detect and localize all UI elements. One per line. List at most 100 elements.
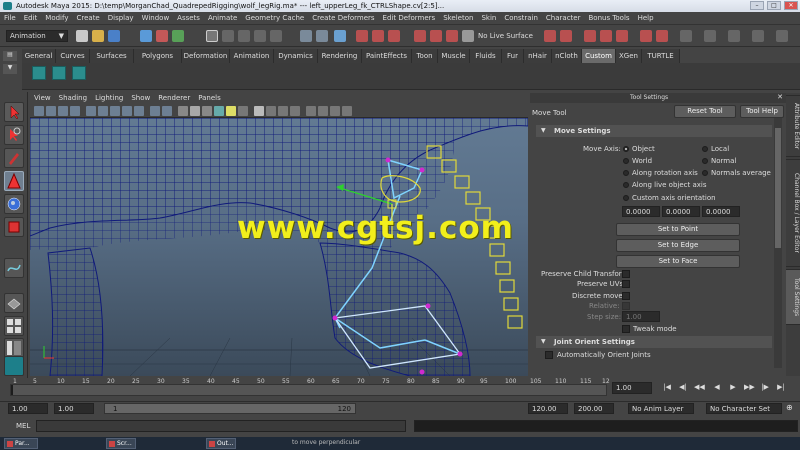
auto-key-icon[interactable]: ⊕ bbox=[786, 403, 793, 412]
menu-constrain[interactable]: Constrain bbox=[500, 12, 542, 22]
animation-end-field[interactable]: 200.00 bbox=[574, 403, 614, 414]
set-to-face-button[interactable]: Set to Face bbox=[616, 255, 740, 268]
panel-menu-view[interactable]: View bbox=[30, 93, 55, 103]
move-axis-normals-average-radio[interactable] bbox=[702, 170, 708, 176]
xray-joints-icon[interactable] bbox=[330, 106, 340, 116]
shelf-tab-nhair[interactable]: nHair bbox=[524, 49, 552, 63]
go-to-start-icon[interactable]: |◀ bbox=[662, 383, 672, 393]
shelf-tab-curves[interactable]: Curves bbox=[56, 49, 90, 63]
command-input[interactable] bbox=[36, 420, 406, 432]
menu-bonus-tools[interactable]: Bonus Tools bbox=[584, 12, 633, 22]
menu-file[interactable]: File bbox=[0, 12, 20, 22]
shelf-tab-rendering[interactable]: Rendering bbox=[318, 49, 362, 63]
new-scene-icon[interactable] bbox=[76, 30, 88, 42]
move-axis-local-radio[interactable] bbox=[702, 146, 708, 152]
set-to-edge-button[interactable]: Set to Edge bbox=[616, 239, 740, 252]
render-lights-icon[interactable] bbox=[616, 30, 628, 42]
render-region-icon[interactable] bbox=[544, 30, 556, 42]
maximize-button[interactable]: □ bbox=[767, 1, 781, 10]
current-frame-field[interactable]: 1.00 bbox=[612, 382, 652, 394]
animation-start-field[interactable]: 1.00 bbox=[8, 403, 48, 414]
menu-modify[interactable]: Modify bbox=[41, 12, 72, 22]
snap-view-plane-icon[interactable] bbox=[254, 30, 266, 42]
use-all-lights-icon[interactable] bbox=[226, 106, 236, 116]
custom-shelf-tool-1-icon[interactable] bbox=[32, 66, 46, 80]
menu-create[interactable]: Create bbox=[72, 12, 103, 22]
range-slider-bar[interactable]: 1 120 bbox=[104, 403, 356, 414]
render-globals-icon[interactable] bbox=[584, 30, 596, 42]
snap-curve-icon[interactable] bbox=[222, 30, 234, 42]
safe-title-icon[interactable] bbox=[162, 106, 172, 116]
shadows-icon[interactable] bbox=[238, 106, 248, 116]
play-forwards-icon[interactable]: ▶ bbox=[728, 383, 738, 393]
move-axis-object-radio[interactable] bbox=[623, 146, 629, 152]
image-plane-icon[interactable] bbox=[70, 106, 80, 116]
menu-skin[interactable]: Skin bbox=[477, 12, 500, 22]
multisample-icon[interactable] bbox=[278, 106, 288, 116]
discrete-move-checkbox[interactable] bbox=[622, 292, 630, 300]
tool-settings-scrollbar[interactable] bbox=[774, 118, 782, 368]
isolate-select-icon[interactable] bbox=[306, 106, 316, 116]
curve-tool-icon[interactable] bbox=[4, 258, 24, 278]
side-tab-attribute-editor[interactable]: Attribute Editor bbox=[786, 95, 800, 157]
shelf-tab-animation[interactable]: Animation bbox=[230, 49, 274, 63]
film-gate-icon[interactable] bbox=[98, 106, 108, 116]
menu-edit[interactable]: Edit bbox=[20, 12, 42, 22]
snap-grid-icon[interactable] bbox=[206, 30, 218, 42]
menu-edit-deformers[interactable]: Edit Deformers bbox=[379, 12, 440, 22]
close-button[interactable]: ✕ bbox=[784, 1, 798, 10]
toggle-tool-settings-icon[interactable] bbox=[752, 30, 764, 42]
shelf-tab-xgen[interactable]: XGen bbox=[616, 49, 642, 63]
menu-window[interactable]: Window bbox=[138, 12, 174, 22]
depth-of-field-icon[interactable] bbox=[290, 106, 300, 116]
lasso-tool-icon[interactable] bbox=[4, 125, 24, 145]
shelf-tab-fluids[interactable]: Fluids bbox=[470, 49, 502, 63]
menu-geometry-cache[interactable]: Geometry Cache bbox=[241, 12, 308, 22]
save-scene-icon[interactable] bbox=[108, 30, 120, 42]
taskbar-item[interactable]: Out... bbox=[206, 438, 236, 449]
textured-icon[interactable] bbox=[214, 106, 224, 116]
custom-shelf-tool-3-icon[interactable] bbox=[72, 66, 86, 80]
menu-skeleton[interactable]: Skeleton bbox=[439, 12, 477, 22]
custom-axis-y-field[interactable]: 0.0000 bbox=[662, 206, 700, 217]
panel-menu-panels[interactable]: Panels bbox=[194, 93, 225, 103]
bookmarks-icon[interactable] bbox=[58, 106, 68, 116]
shelf-tab-muscle[interactable]: Muscle bbox=[438, 49, 470, 63]
shelf-tab-custom[interactable]: Custom bbox=[582, 49, 616, 63]
shelf-tab-fur[interactable]: Fur bbox=[502, 49, 524, 63]
tweak-mode-checkbox[interactable] bbox=[622, 325, 630, 333]
render-settings-icon[interactable] bbox=[388, 30, 400, 42]
shelf-tab-toon[interactable]: Toon bbox=[412, 49, 438, 63]
custom-shelf-tool-2-icon[interactable] bbox=[52, 66, 66, 80]
paint-select-tool-icon[interactable] bbox=[4, 148, 24, 168]
rotate-tool-icon[interactable] bbox=[4, 194, 24, 214]
perspective-viewport[interactable] bbox=[30, 118, 528, 376]
play-backwards-icon[interactable]: ◀ bbox=[712, 383, 722, 393]
select-tool-icon[interactable] bbox=[4, 102, 24, 122]
menu-character[interactable]: Character bbox=[542, 12, 585, 22]
menu-create-deformers[interactable]: Create Deformers bbox=[308, 12, 378, 22]
construction-history-icon[interactable] bbox=[334, 30, 346, 42]
output-ops-icon[interactable] bbox=[316, 30, 328, 42]
move-axis-normal-radio[interactable] bbox=[702, 158, 708, 164]
taskbar-item[interactable]: Scr... bbox=[106, 438, 136, 449]
playback-start-field[interactable]: 1.00 bbox=[54, 403, 94, 414]
persp-outliner-layout-icon[interactable] bbox=[4, 338, 24, 358]
move-axis-rotation-radio[interactable] bbox=[623, 170, 629, 176]
shelf-tab-general[interactable]: General bbox=[22, 49, 56, 63]
anim-layer-dropdown[interactable]: No Anim Layer bbox=[628, 403, 694, 414]
ipr-render-icon[interactable] bbox=[372, 30, 384, 42]
render-sequence-icon[interactable] bbox=[446, 30, 458, 42]
snap-point-icon[interactable] bbox=[238, 30, 250, 42]
step-size-field[interactable]: 1.00 bbox=[622, 311, 660, 322]
toggle-modeling-toolkit-icon[interactable] bbox=[680, 30, 692, 42]
make-live-icon[interactable] bbox=[270, 30, 282, 42]
auto-orient-joints-checkbox[interactable] bbox=[545, 351, 553, 359]
xray-icon[interactable] bbox=[318, 106, 328, 116]
safe-action-icon[interactable] bbox=[150, 106, 160, 116]
playback-end-field[interactable]: 120.00 bbox=[528, 403, 568, 414]
step-forward-icon[interactable]: |▶ bbox=[760, 383, 770, 393]
input-ops-icon[interactable] bbox=[300, 30, 312, 42]
minimize-button[interactable]: – bbox=[750, 1, 764, 10]
shelf-options-icon[interactable]: ▼ bbox=[3, 64, 17, 74]
